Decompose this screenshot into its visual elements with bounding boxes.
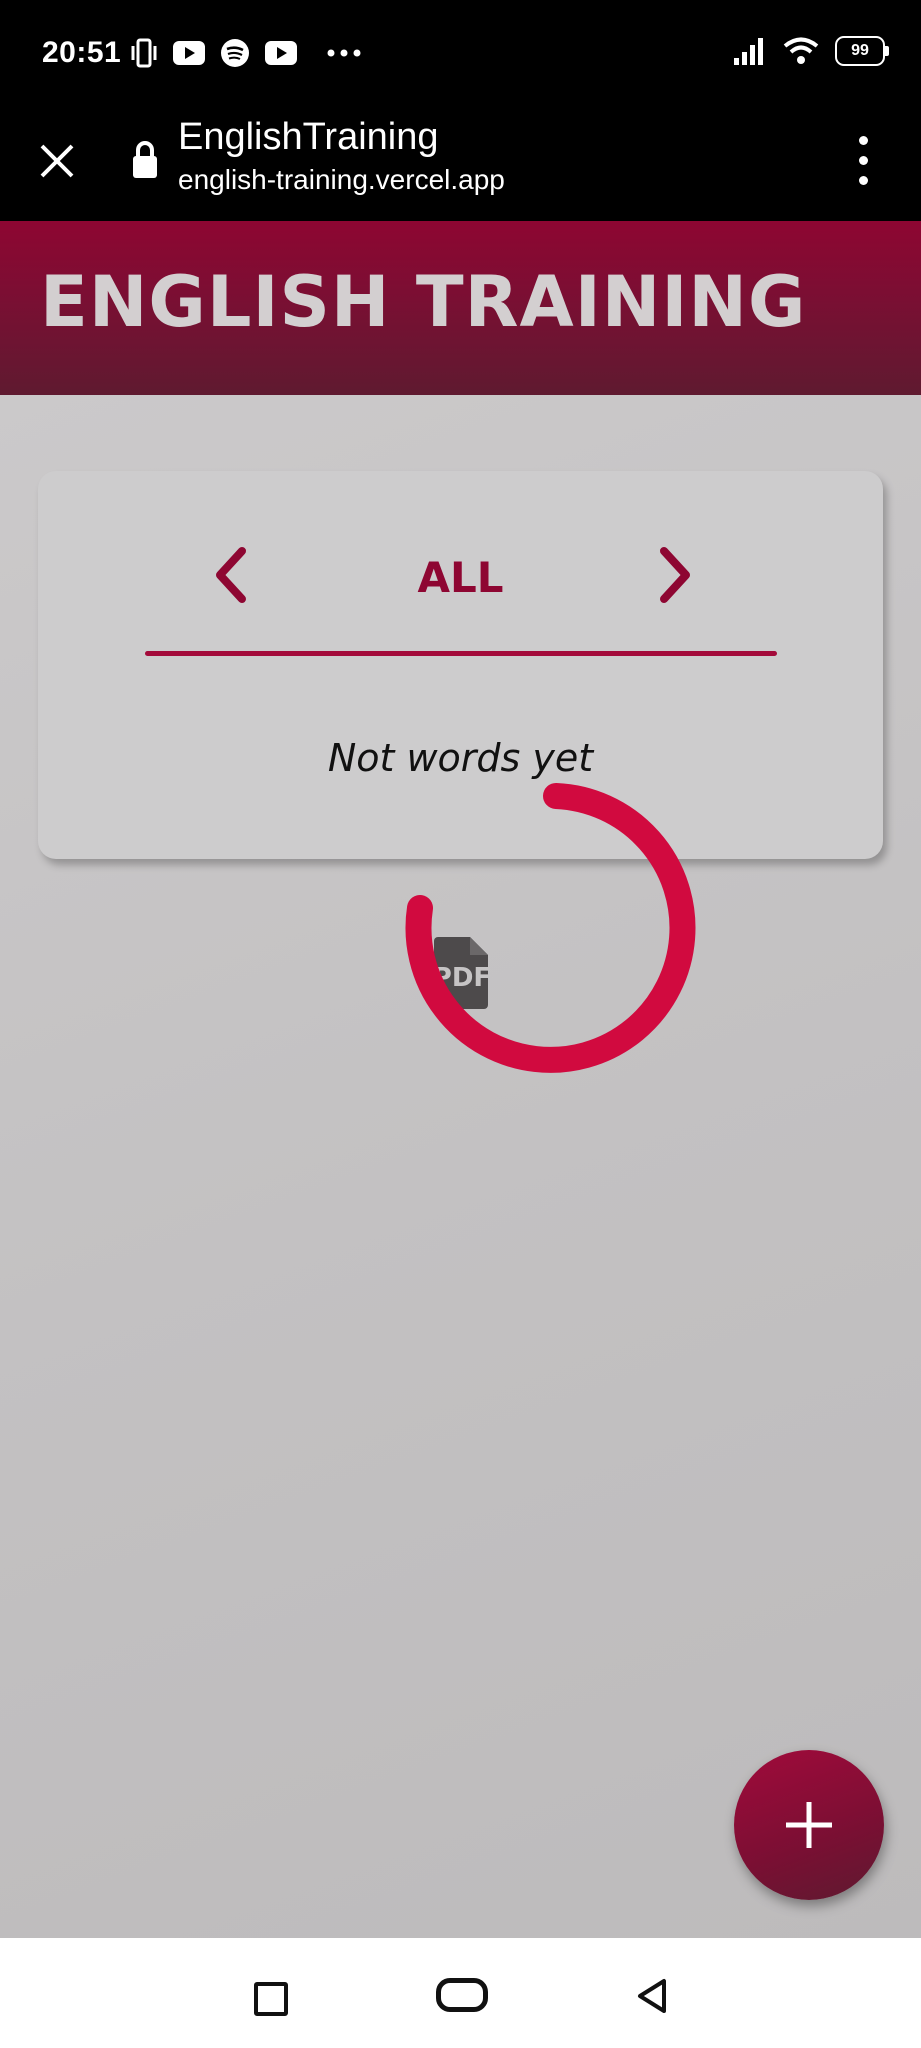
more-icon bbox=[327, 49, 361, 57]
more-vertical-icon bbox=[858, 135, 868, 145]
browser-toolbar: EnglishTraining english-training.vercel.… bbox=[0, 110, 921, 221]
add-word-button[interactable] bbox=[734, 1750, 884, 1900]
status-icons-left bbox=[130, 38, 362, 68]
browser-menu-button[interactable] bbox=[845, 130, 881, 190]
battery-level: 99 bbox=[851, 42, 869, 59]
close-icon bbox=[40, 144, 74, 178]
status-time: 20:51 bbox=[42, 36, 122, 69]
spotify-icon bbox=[221, 39, 249, 67]
app-title: ENGLISH TRAINING bbox=[40, 261, 807, 343]
loading-spinner bbox=[405, 783, 696, 1073]
vibrate-icon bbox=[131, 38, 157, 68]
app-header: ENGLISH TRAINING bbox=[0, 221, 921, 395]
close-tab-button[interactable] bbox=[34, 138, 80, 184]
signal-icon bbox=[734, 38, 763, 65]
status-icons-right: 99 bbox=[733, 36, 889, 66]
youtube-icon bbox=[173, 41, 205, 65]
category-underline bbox=[145, 651, 777, 656]
back-button[interactable] bbox=[636, 1978, 668, 2014]
system-navigation-bar bbox=[0, 1938, 921, 2048]
page-title: EnglishTraining bbox=[178, 116, 439, 158]
battery-icon: 99 bbox=[835, 36, 889, 66]
plus-icon bbox=[786, 1802, 832, 1848]
page-url[interactable]: english-training.vercel.app bbox=[178, 164, 505, 196]
recent-apps-button[interactable] bbox=[254, 1982, 288, 2016]
home-button[interactable] bbox=[436, 1978, 488, 2012]
wifi-icon bbox=[783, 37, 819, 64]
category-label: ALL bbox=[417, 553, 504, 602]
lock-icon bbox=[133, 141, 157, 178]
youtube-icon bbox=[265, 41, 297, 65]
chevron-right-icon[interactable] bbox=[656, 545, 696, 605]
status-bar: 20:51 99 bbox=[0, 0, 921, 110]
